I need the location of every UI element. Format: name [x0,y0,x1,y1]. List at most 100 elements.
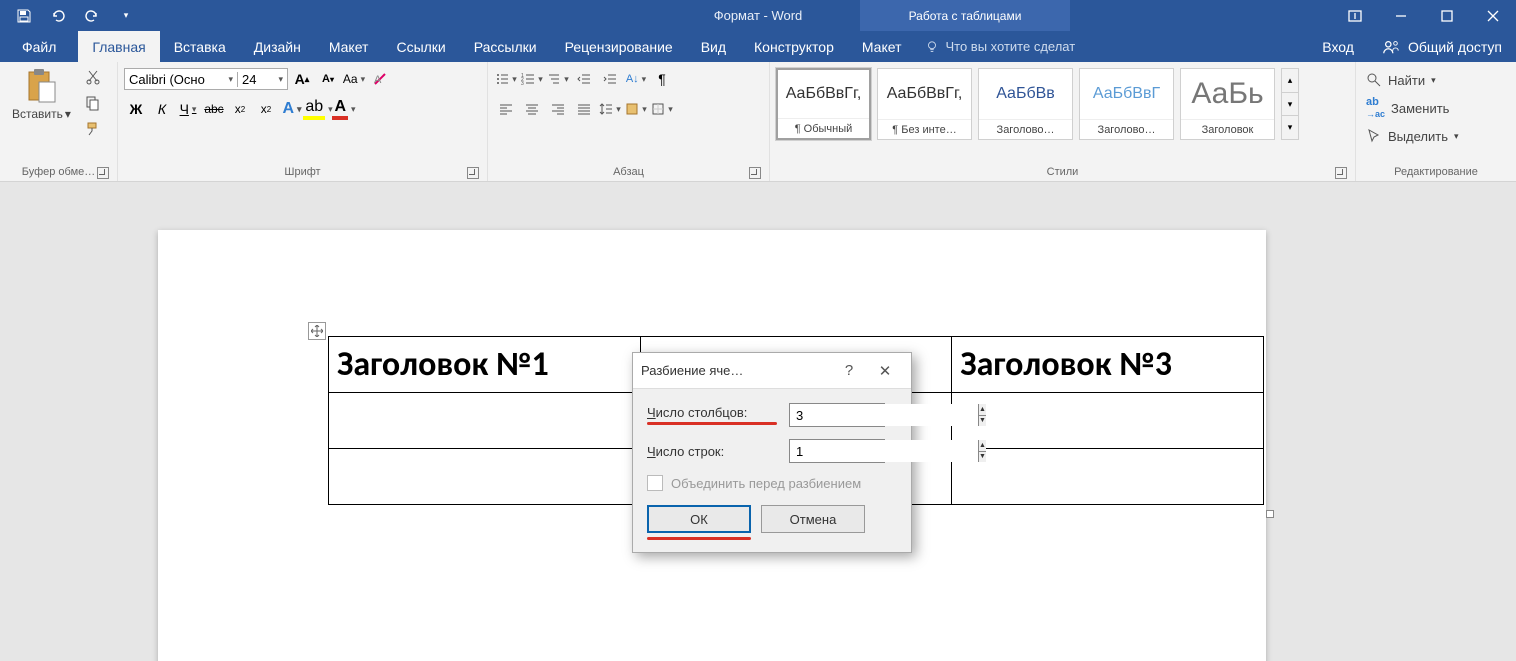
group-paragraph: 123 А↓ ¶ Абзац [488,62,770,181]
table-cell-r3c3[interactable] [952,449,1264,505]
line-spacing-icon[interactable] [598,98,622,120]
table-cell-r1c3[interactable]: Заголовок №3 [952,337,1264,393]
change-case-icon[interactable]: Aa [342,68,366,90]
merge-before-split-label: Объединить перед разбиением [671,476,861,491]
tell-me-placeholder: Что вы хотите сделат [945,39,1075,54]
tab-file[interactable]: Файл [0,31,78,62]
columns-spin-down-icon[interactable]: ▼ [979,416,986,427]
shading-icon[interactable] [624,98,648,120]
multilevel-list-icon[interactable] [546,68,570,90]
subscript-button[interactable]: x2 [228,98,252,120]
sign-in-button[interactable]: Вход [1308,31,1368,62]
tell-me-search[interactable]: Что вы хотите сделат [915,31,1308,62]
svg-text:3: 3 [521,81,524,86]
table-resize-handle[interactable] [1266,510,1274,518]
show-marks-icon[interactable]: ¶ [650,68,674,90]
columns-input[interactable] [790,404,978,426]
increase-indent-icon[interactable] [598,68,622,90]
bullets-icon[interactable] [494,68,518,90]
tab-mailings[interactable]: Рассылки [460,31,551,62]
rows-input[interactable] [790,440,978,462]
highlight-icon[interactable]: ab [306,98,330,120]
align-left-icon[interactable] [494,98,518,120]
format-painter-icon[interactable] [81,118,105,140]
gallery-scroll-up-icon[interactable]: ▴ [1282,69,1298,93]
share-button[interactable]: Общий доступ [1368,31,1516,62]
close-icon[interactable] [1470,0,1516,31]
dialog-titlebar[interactable]: Разбиение яче… ? ✕ [633,353,911,389]
font-name-combo[interactable]: Calibri (Осно▾ 24▾ [124,68,288,90]
justify-icon[interactable] [572,98,596,120]
qat-customize-icon[interactable]: ▾ [112,2,140,30]
dialog-title: Разбиение яче… [641,363,743,378]
rows-spinner[interactable]: ▲▼ [789,439,885,463]
strikethrough-button[interactable]: abc [202,98,226,120]
gallery-scroll-down-icon[interactable]: ▾ [1282,93,1298,117]
tab-design[interactable]: Дизайн [240,31,315,62]
table-cell-r2c1[interactable] [329,393,641,449]
decrease-indent-icon[interactable] [572,68,596,90]
tab-insert[interactable]: Вставка [160,31,240,62]
group-editing-label: Редактирование [1394,166,1478,178]
superscript-button[interactable]: x2 [254,98,278,120]
paste-button[interactable]: Вставить▾ [6,64,77,120]
tab-home[interactable]: Главная [78,31,159,62]
redo-icon[interactable] [78,2,106,30]
tab-references[interactable]: Ссылки [382,31,459,62]
ok-button[interactable]: ОК [647,505,751,533]
numbering-icon[interactable]: 123 [520,68,544,90]
select-button[interactable]: Выделить▾ [1362,124,1463,148]
minimize-icon[interactable] [1378,0,1424,31]
grow-font-icon[interactable]: A▴ [290,68,314,90]
table-cell-r1c1[interactable]: Заголовок №1 [329,337,641,393]
style-item-title[interactable]: АаБьЗаголовок [1180,68,1275,140]
find-button[interactable]: Найти▾ [1362,68,1440,92]
font-dialog-launcher[interactable] [467,167,479,179]
tab-view[interactable]: Вид [687,31,740,62]
group-font: Calibri (Осно▾ 24▾ A▴ A▾ Aa A Ж К Ч abc … [118,62,488,181]
underline-button[interactable]: Ч [176,98,200,120]
paragraph-dialog-launcher[interactable] [749,167,761,179]
copy-icon[interactable] [81,92,105,114]
font-color-icon[interactable]: A [332,98,356,120]
rows-spin-up-icon[interactable]: ▲ [979,440,986,452]
styles-dialog-launcher[interactable] [1335,167,1347,179]
borders-icon[interactable] [650,98,674,120]
italic-button[interactable]: К [150,98,174,120]
clear-formatting-icon[interactable]: A [368,68,392,90]
gallery-expand-icon[interactable]: ▾ [1282,116,1298,139]
text-effects-icon[interactable]: A [280,98,304,120]
align-right-icon[interactable] [546,98,570,120]
clipboard-dialog-launcher[interactable] [97,167,109,179]
table-cell-r2c3[interactable] [952,393,1264,449]
shrink-font-icon[interactable]: A▾ [316,68,340,90]
save-icon[interactable] [10,2,38,30]
style-item-heading1[interactable]: АаБбВвЗаголово… [978,68,1073,140]
style-item-heading2[interactable]: АаБбВвГЗаголово… [1079,68,1174,140]
columns-spinner[interactable]: ▲▼ [789,403,885,427]
columns-spin-up-icon[interactable]: ▲ [979,404,986,416]
tab-table-design[interactable]: Конструктор [740,31,848,62]
style-item-nospacing[interactable]: АаБбВвГг,¶ Без инте… [877,68,972,140]
style-item-normal[interactable]: АаБбВвГг,¶ Обычный [776,68,871,140]
bold-button[interactable]: Ж [124,98,148,120]
replace-button[interactable]: ab→ac Заменить [1362,96,1453,120]
table-cell-r3c1[interactable] [329,449,641,505]
dialog-close-icon[interactable]: ✕ [867,353,903,389]
undo-icon[interactable] [44,2,72,30]
rows-spin-down-icon[interactable]: ▼ [979,452,986,463]
tab-review[interactable]: Рецензирование [551,31,687,62]
ribbon-display-options-icon[interactable] [1332,0,1378,31]
tab-table-layout[interactable]: Макет [848,31,916,62]
table-move-handle[interactable] [308,322,326,340]
annotation-redline [647,537,751,540]
tab-layout[interactable]: Макет [315,31,383,62]
dialog-help-icon[interactable]: ? [831,353,867,389]
sort-icon[interactable]: А↓ [624,68,648,90]
group-editing: Найти▾ ab→ac Заменить Выделить▾ Редактир… [1356,62,1516,181]
align-center-icon[interactable] [520,98,544,120]
cut-icon[interactable] [81,66,105,88]
search-icon [1366,72,1382,88]
maximize-icon[interactable] [1424,0,1470,31]
cancel-button[interactable]: Отмена [761,505,865,533]
